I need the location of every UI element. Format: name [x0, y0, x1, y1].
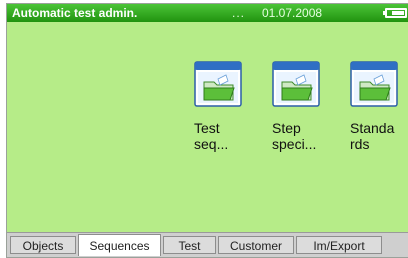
tab-customer[interactable]: Customer: [218, 236, 294, 254]
folder-window-icon: [350, 60, 398, 108]
app-window: Automatic test admin. ... 01.07.2008 Tes…: [6, 3, 408, 258]
folder-window-icon: [194, 60, 242, 108]
title-dots: ...: [232, 6, 246, 20]
tile-label: Standa rds: [350, 120, 395, 152]
app-title: Automatic test admin.: [12, 6, 138, 20]
tab-sequences[interactable]: Sequences: [78, 234, 161, 256]
title-bar: Automatic test admin. ... 01.07.2008: [7, 4, 408, 22]
sequence-browser: Test seq... Step speci... Standa rds: [7, 22, 408, 232]
tile-label: Step speci...: [272, 120, 317, 152]
battery-icon: [383, 8, 407, 18]
tab-test[interactable]: Test: [163, 236, 216, 254]
tab-objects[interactable]: Objects: [10, 236, 76, 254]
tab-bar: Objects Sequences Test Customer Im/Expor…: [7, 232, 408, 257]
tab-im-export[interactable]: Im/Export: [296, 236, 382, 254]
folder-window-icon: [272, 60, 320, 108]
tile-label: Test seq...: [194, 120, 229, 152]
date-display: 01.07.2008: [262, 6, 323, 20]
